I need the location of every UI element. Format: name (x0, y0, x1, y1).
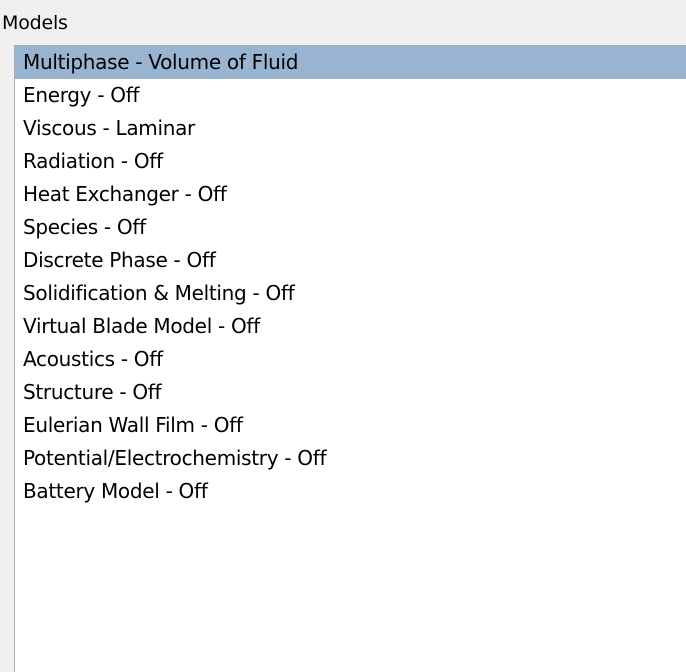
list-item-radiation[interactable]: Radiation - Off (15, 145, 686, 178)
models-listbox[interactable]: Multiphase - Volume of Fluid Energy - Of… (14, 45, 686, 672)
models-panel: Models Multiphase - Volume of Fluid Ener… (0, 0, 686, 672)
list-item-battery-model[interactable]: Battery Model - Off (15, 475, 686, 508)
list-item-potential-electrochemistry[interactable]: Potential/Electrochemistry - Off (15, 442, 686, 475)
list-item-eulerian-wall-film[interactable]: Eulerian Wall Film - Off (15, 409, 686, 442)
list-item-energy[interactable]: Energy - Off (15, 79, 686, 112)
list-item-species[interactable]: Species - Off (15, 211, 686, 244)
list-item-structure[interactable]: Structure - Off (15, 376, 686, 409)
list-item-solidification-melting[interactable]: Solidification & Melting - Off (15, 277, 686, 310)
panel-title: Models (2, 12, 68, 34)
list-item-viscous[interactable]: Viscous - Laminar (15, 112, 686, 145)
list-item-virtual-blade-model[interactable]: Virtual Blade Model - Off (15, 310, 686, 343)
list-item-multiphase[interactable]: Multiphase - Volume of Fluid (15, 46, 686, 79)
list-item-acoustics[interactable]: Acoustics - Off (15, 343, 686, 376)
list-item-heat-exchanger[interactable]: Heat Exchanger - Off (15, 178, 686, 211)
list-item-discrete-phase[interactable]: Discrete Phase - Off (15, 244, 686, 277)
